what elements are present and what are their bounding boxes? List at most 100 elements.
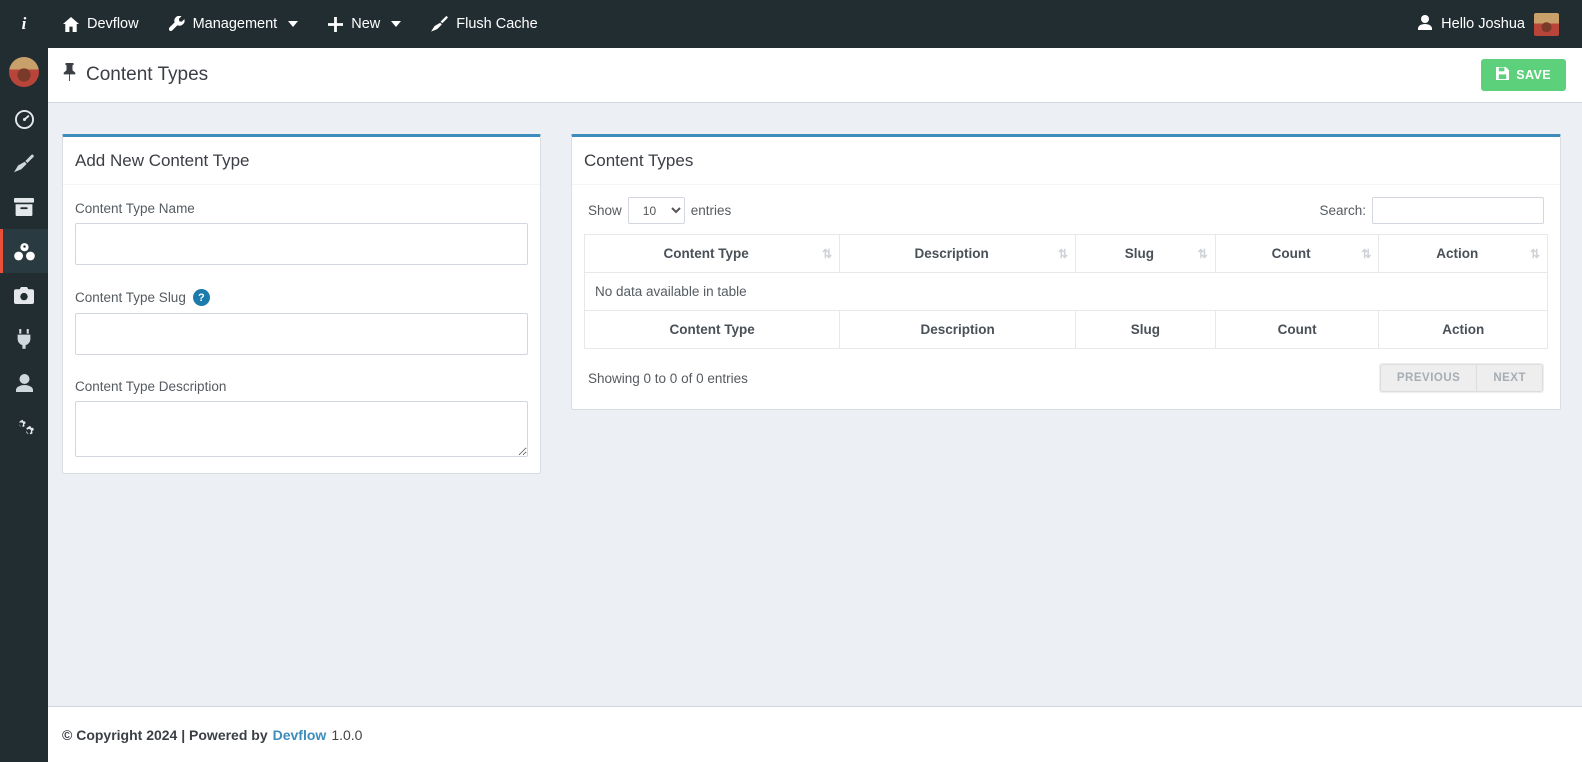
content-type-description-group: Content Type Description: [75, 379, 528, 457]
table-header: Content Type ⇅ Description ⇅ Slug ⇅: [585, 235, 1548, 273]
search-control: Search:: [1319, 197, 1544, 224]
previous-button[interactable]: PREVIOUS: [1380, 364, 1476, 392]
page-footer: © Copyright 2024 | Powered by Devflow 1.…: [48, 706, 1582, 762]
column-header-label: Action: [1436, 246, 1478, 261]
nav-item-new-label: New: [351, 16, 380, 32]
add-content-type-form: Content Type Name Content Type Slug ? Co…: [63, 185, 540, 473]
next-button[interactable]: NEXT: [1476, 364, 1543, 392]
chevron-down-icon: [391, 21, 401, 27]
content-type-description-textarea[interactable]: [75, 401, 528, 457]
entries-length-control: Show 10 25 50 100 entries: [588, 197, 731, 224]
help-icon[interactable]: ?: [193, 289, 210, 306]
chevron-down-icon: [288, 21, 298, 27]
sidebar-item-settings[interactable]: [0, 405, 48, 449]
nav-item-devflow-label: Devflow: [87, 16, 139, 32]
plug-icon: [16, 329, 32, 349]
footer-column-action: Action: [1379, 311, 1548, 349]
footer-brand-link[interactable]: Devflow: [273, 727, 327, 743]
sidebar-item-dashboard[interactable]: [0, 97, 48, 141]
table-info-text: Showing 0 to 0 of 0 entries: [588, 371, 748, 386]
column-header-content-type[interactable]: Content Type ⇅: [585, 235, 840, 273]
broom-icon: [431, 16, 448, 32]
column-header-label: Content Type: [663, 246, 748, 261]
nav-item-devflow[interactable]: Devflow: [48, 0, 154, 48]
tachometer-icon: [15, 110, 34, 129]
column-header-description[interactable]: Description ⇅: [840, 235, 1076, 273]
nav-item-flush-cache[interactable]: Flush Cache: [416, 0, 552, 48]
content-types-panel-title: Content Types: [584, 151, 1544, 171]
entries-label: entries: [691, 203, 732, 218]
content-type-slug-input[interactable]: [75, 313, 528, 355]
pagination: PREVIOUS NEXT: [1379, 363, 1544, 393]
content-type-description-label: Content Type Description: [75, 379, 528, 394]
sidebar-item-content-types[interactable]: [0, 229, 48, 273]
sort-updown-icon: ⇅: [1198, 248, 1207, 260]
sort-updown-icon: ⇅: [822, 248, 831, 260]
content-type-name-label: Content Type Name: [75, 201, 528, 216]
cubes-icon: [14, 242, 35, 261]
footer-column-slug: Slug: [1076, 311, 1216, 349]
sidebar-item-users[interactable]: [0, 361, 48, 405]
info-icon[interactable]: i: [0, 0, 48, 48]
table-footer-header: Content Type Description Slug Count Acti…: [585, 311, 1548, 349]
sort-updown-icon: ⇅: [1530, 248, 1539, 260]
content-type-name-input[interactable]: [75, 223, 528, 265]
user-greeting: Hello Joshua: [1441, 16, 1525, 32]
content-types-table-panel: Content Types Show 10 25 50 100 entries: [571, 134, 1561, 410]
user-icon: [16, 374, 33, 392]
camera-icon: [14, 287, 34, 304]
add-content-type-panel-header: Add New Content Type: [63, 137, 540, 185]
column-header-label: Count: [1272, 246, 1311, 261]
add-content-type-panel-title: Add New Content Type: [75, 151, 524, 171]
sort-updown-icon: ⇅: [1361, 248, 1370, 260]
sidebar-item-media[interactable]: [0, 273, 48, 317]
thumbtack-icon: [62, 63, 77, 87]
footer-column-content-type: Content Type: [585, 311, 840, 349]
home-icon: [63, 17, 79, 32]
entries-length-select[interactable]: 10 25 50 100: [628, 197, 685, 224]
column-header-label: Description: [915, 246, 989, 261]
nav-item-flush-cache-label: Flush Cache: [456, 16, 537, 32]
table-body: No data available in table: [585, 273, 1548, 311]
nav-item-management[interactable]: Management: [154, 0, 314, 48]
nav-item-management-label: Management: [193, 16, 278, 32]
search-label: Search:: [1319, 203, 1366, 218]
sidebar-item-flush-cache[interactable]: [0, 141, 48, 185]
column-header-label: Slug: [1125, 246, 1154, 261]
page-title-text: Content Types: [86, 64, 208, 86]
content-types-table: Content Type ⇅ Description ⇅ Slug ⇅: [584, 234, 1548, 349]
footer-copyright: © Copyright 2024 | Powered by: [62, 727, 268, 743]
archive-icon: [14, 198, 34, 216]
sidebar: [0, 48, 48, 762]
footer-column-count: Count: [1215, 311, 1379, 349]
sidebar-item-archive[interactable]: [0, 185, 48, 229]
column-header-count[interactable]: Count ⇅: [1215, 235, 1379, 273]
page-header: Content Types SAVE: [48, 48, 1582, 103]
footer-column-description: Description: [840, 311, 1076, 349]
search-input[interactable]: [1372, 197, 1544, 224]
content-types-table-body: Show 10 25 50 100 entries Search:: [572, 185, 1560, 409]
cogs-icon: [14, 418, 35, 437]
profile-avatar[interactable]: [9, 57, 39, 87]
column-header-action[interactable]: Action ⇅: [1379, 235, 1548, 273]
column-header-slug[interactable]: Slug ⇅: [1076, 235, 1216, 273]
content-type-slug-label-row: Content Type Slug ?: [75, 289, 528, 306]
save-button-label: SAVE: [1516, 68, 1551, 82]
nav-item-new[interactable]: New: [313, 0, 416, 48]
content-type-slug-group: Content Type Slug ?: [75, 289, 528, 355]
user-menu[interactable]: Hello Joshua: [1418, 0, 1582, 48]
table-footer-controls: Showing 0 to 0 of 0 entries PREVIOUS NEX…: [584, 349, 1548, 395]
add-content-type-panel: Add New Content Type Content Type Name C…: [62, 134, 541, 474]
content-types-panel-header: Content Types: [572, 137, 1560, 185]
avatar: [1534, 13, 1559, 36]
user-icon: [1418, 15, 1432, 34]
floppy-save-icon: [1496, 67, 1509, 83]
footer-version: 1.0.0: [331, 727, 362, 743]
top-navbar: i Devflow Management New Flush Cache: [0, 0, 1582, 48]
page-title: Content Types: [62, 63, 208, 87]
content-type-slug-label: Content Type Slug: [75, 290, 186, 305]
sidebar-item-plugins[interactable]: [0, 317, 48, 361]
sort-updown-icon: ⇅: [1058, 248, 1067, 260]
content-area: Content Types SAVE Add New Content Type …: [48, 48, 1582, 762]
save-button[interactable]: SAVE: [1481, 59, 1566, 91]
